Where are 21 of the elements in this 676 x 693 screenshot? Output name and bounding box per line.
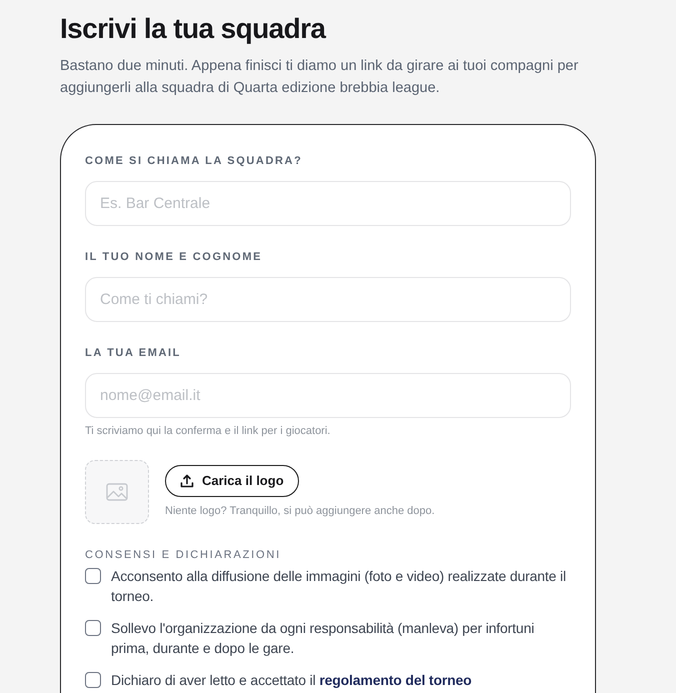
team-name-field[interactable]: Es. Bar Centrale — [85, 181, 571, 226]
image-icon — [106, 483, 128, 501]
checkbox[interactable] — [85, 620, 101, 636]
field-label: COME SI CHIAMA LA SQUADRA? — [85, 154, 302, 168]
consent-text: Dichiaro di aver letto e accettato il regolamento del torneo — [111, 671, 472, 690]
field-label: IL TUO NOME E COGNOME — [85, 250, 262, 264]
rules-link[interactable]: regolamento del torneo — [319, 672, 472, 688]
consent-text: Sollevo l'organizzazione da ogni responsabilità (manleva) per infortuni prima, durante e dopo le gare. — [111, 619, 536, 658]
consent-text: Acconsento alla diffusione delle immagini (foto e video) realizzate durante il torneo. — [111, 567, 567, 606]
page-subtitle: Bastano due minuti. Appena finisci ti diamo un link da girare ai tuoi compagni per aggiungerli alla squadra di Quarta edizione brebbia league. — [60, 57, 580, 98]
field-hint: Ti scriviamo qui la conferma e il link per i giocatori. — [85, 424, 330, 438]
upload-logo-button[interactable]: Carica il logo — [165, 465, 299, 497]
section-title: CONSENSI E DICHIARAZIONI — [85, 548, 281, 562]
logo-hint: Niente logo? Tranquillo, si può aggiungere anche dopo. — [165, 504, 435, 518]
field-label: LA TUA EMAIL — [85, 346, 181, 360]
checkbox[interactable] — [85, 672, 101, 688]
page-title: Iscrivi la tua squadra — [60, 12, 326, 46]
checkbox[interactable] — [85, 568, 101, 584]
email-field[interactable]: nome@email.it — [85, 373, 571, 418]
full-name-field[interactable]: Come ti chiami? — [85, 277, 571, 322]
upload-icon — [180, 474, 194, 488]
